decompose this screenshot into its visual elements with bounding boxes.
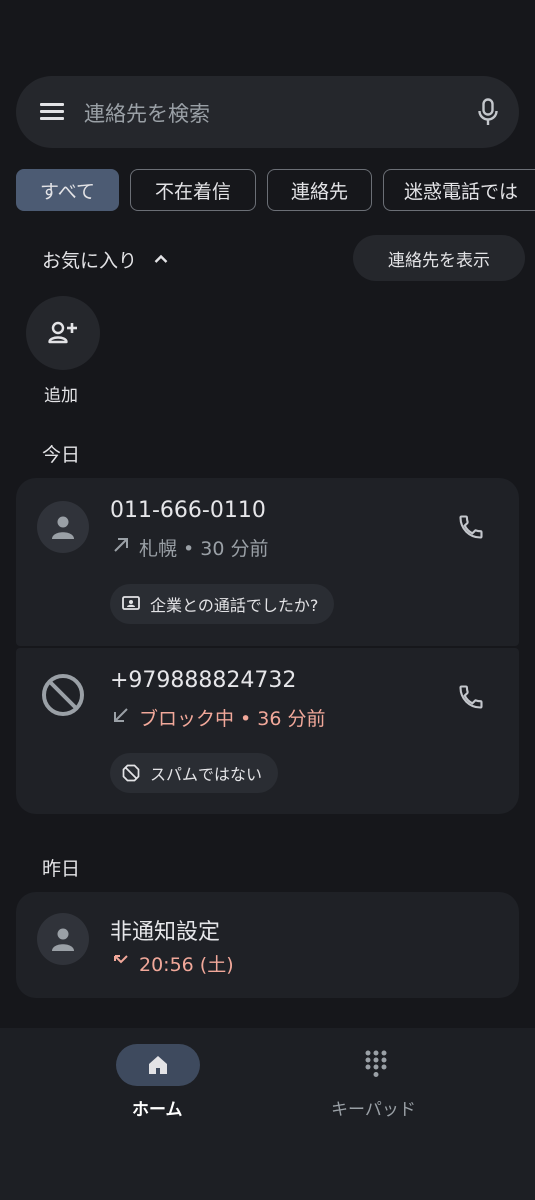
incoming-call-icon: [114, 708, 128, 722]
call-log-item[interactable]: +979888824732 ブロック中 • 36 分前 スパムではない: [16, 648, 519, 814]
person-icon: [52, 928, 74, 951]
caller-number: 011-666-0110: [110, 498, 266, 523]
add-favorite-label: 追加: [44, 386, 78, 406]
business-call-label: 企業との通話でしたか?: [150, 596, 319, 615]
caller-number: +979888824732: [110, 668, 297, 693]
caller-name: 非通知設定: [110, 920, 221, 945]
home-icon: [149, 1056, 167, 1074]
missed-call-icon: [114, 955, 128, 964]
section-today: 今日: [42, 444, 81, 466]
nav-home-label[interactable]: ホーム: [132, 1095, 183, 1120]
business-call-chip[interactable]: 企業との通話でしたか?: [110, 584, 335, 624]
business-feedback-icon: [122, 596, 140, 610]
call-detail: ブロック中 • 36 分前: [139, 708, 326, 730]
bottom-navigation: [0, 1028, 535, 1200]
nav-home-indicator[interactable]: [116, 1044, 200, 1086]
show-contacts-button[interactable]: 連絡先を表示: [353, 235, 525, 281]
dialpad-icon[interactable]: [364, 1050, 388, 1078]
nav-keypad-label[interactable]: キーパッド: [331, 1095, 416, 1120]
call-detail: 20:56 (土): [139, 954, 234, 976]
outgoing-call-icon: [114, 538, 128, 552]
search-input[interactable]: 連絡先を検索: [84, 98, 210, 128]
avatar: [37, 501, 89, 553]
chip-missed[interactable]: 不在着信: [130, 169, 256, 211]
phone-icon[interactable]: [457, 683, 485, 711]
chevron-up-icon[interactable]: [152, 250, 170, 268]
call-detail: 札幌 • 30 分前: [139, 538, 269, 560]
add-favorite-button[interactable]: [26, 296, 100, 370]
not-spam-chip[interactable]: スパムではない: [110, 753, 279, 793]
blocked-icon: [42, 674, 84, 716]
chip-all[interactable]: すべて: [16, 169, 119, 211]
phone-icon[interactable]: [457, 513, 485, 541]
call-log-item[interactable]: 非通知設定 20:56 (土): [16, 892, 519, 998]
section-yesterday: 昨日: [42, 858, 81, 880]
person-add-icon: [48, 321, 77, 344]
not-spam-icon: [122, 764, 140, 782]
not-spam-label: スパムではない: [150, 765, 263, 784]
search-bar[interactable]: 連絡先を検索: [16, 76, 519, 148]
menu-icon[interactable]: [40, 100, 66, 124]
avatar: [37, 913, 89, 965]
person-icon: [52, 516, 74, 539]
microphone-icon[interactable]: [476, 98, 500, 126]
chip-contacts[interactable]: 連絡先: [267, 169, 372, 211]
favorites-heading[interactable]: お気に入り: [42, 246, 137, 273]
call-log-item[interactable]: 011-666-0110 札幌 • 30 分前 企業との通話でしたか?: [16, 478, 519, 646]
chip-not-spam[interactable]: 迷惑電話では: [383, 169, 535, 211]
